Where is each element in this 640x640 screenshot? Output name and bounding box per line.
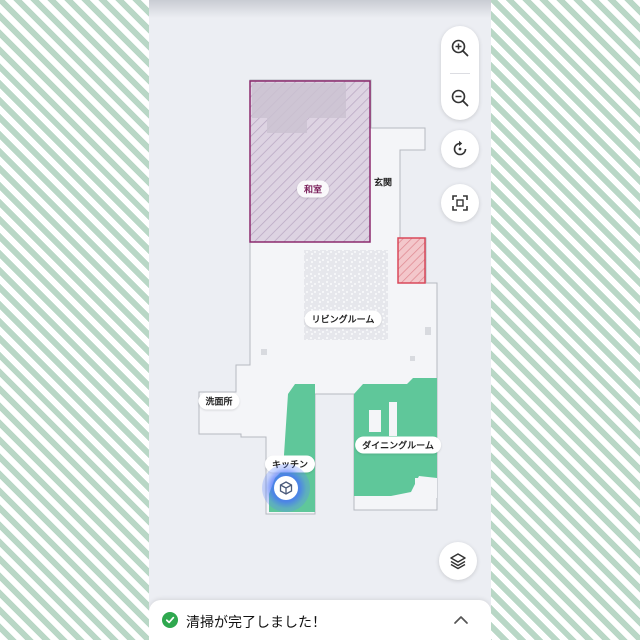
status-message: 清掃が完了しました！: [186, 615, 326, 631]
rotate-icon: [453, 140, 467, 156]
dining-table-gap: [369, 410, 381, 432]
room-label-genkan[interactable]: 玄関: [374, 176, 392, 189]
rotate-map-button[interactable]: [441, 130, 479, 168]
map-layers-button[interactable]: [439, 542, 477, 580]
chevron-up-icon[interactable]: [451, 612, 471, 628]
zoom-in-icon: [451, 39, 469, 57]
zoom-control-group: [441, 26, 479, 120]
robot-map-screen: 和室 玄関 リビングルーム 洗面所 キッチン ダイニングルーム: [149, 0, 491, 640]
zoom-out-button[interactable]: [441, 76, 479, 120]
fit-screen-button[interactable]: [441, 184, 479, 222]
room-label-senmenjo[interactable]: 洗面所: [198, 392, 240, 410]
room-label-living[interactable]: リビングルーム: [304, 310, 382, 328]
room-label-dining[interactable]: ダイニングルーム: [355, 436, 441, 454]
zoom-out-icon: [451, 89, 469, 107]
fit-screen-icon: [452, 195, 468, 211]
floor-map[interactable]: [149, 0, 491, 600]
room-label-washitsu[interactable]: 和室: [296, 180, 330, 198]
robot-icon: [274, 476, 298, 500]
zoom-in-button[interactable]: [441, 26, 479, 70]
zoom-divider: [450, 73, 470, 74]
dining-corner-gap: [415, 478, 437, 498]
layers-icon: [450, 553, 466, 570]
check-circle-icon: [162, 612, 178, 628]
restricted-zone: [397, 237, 426, 284]
cleaning-status-banner[interactable]: 清掃が完了しました！: [149, 600, 491, 640]
dining-chair-gap: [389, 402, 397, 436]
